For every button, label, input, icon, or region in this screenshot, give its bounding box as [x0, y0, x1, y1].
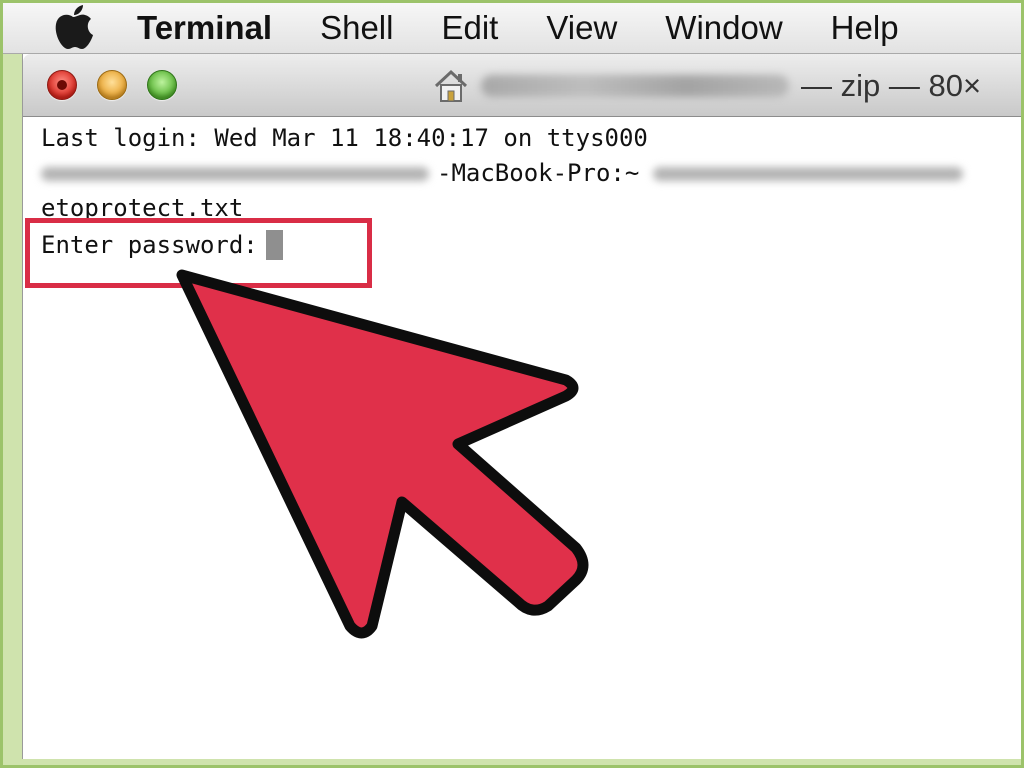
menu-view[interactable]: View [546, 9, 617, 47]
blurred-hostname [41, 167, 429, 181]
menu-edit[interactable]: Edit [441, 9, 498, 47]
terminal-output[interactable]: Last login: Wed Mar 11 18:40:17 on ttys0… [23, 117, 1024, 759]
blurred-username [481, 75, 789, 97]
home-folder-icon [431, 66, 471, 106]
menu-window[interactable]: Window [665, 9, 782, 47]
minimize-button[interactable] [97, 70, 127, 100]
menu-shell[interactable]: Shell [320, 9, 393, 47]
close-button[interactable] [47, 70, 77, 100]
prompt-host-text: -MacBook-Pro:~ [437, 159, 640, 187]
window-title: — zip — 80× [431, 64, 981, 108]
zoom-button[interactable] [147, 70, 177, 100]
window-title-text: — zip — 80× [801, 68, 982, 103]
screenshot-stage: Terminal Shell Edit View Window Help — z… [0, 0, 1024, 768]
menu-terminal[interactable]: Terminal [137, 9, 272, 47]
window-titlebar[interactable]: — zip — 80× [23, 54, 1024, 117]
apple-icon[interactable] [49, 4, 97, 52]
highlight-box [25, 218, 372, 288]
menu-help[interactable]: Help [831, 9, 899, 47]
last-login-line: Last login: Wed Mar 11 18:40:17 on ttys0… [41, 124, 648, 152]
menu-bar: Terminal Shell Edit View Window Help [3, 3, 1021, 54]
blurred-command [653, 167, 964, 181]
terminal-window: — zip — 80× Last login: Wed Mar 11 18:40… [22, 54, 1024, 759]
prompt-line: -MacBook-Pro:~ [41, 156, 964, 190]
